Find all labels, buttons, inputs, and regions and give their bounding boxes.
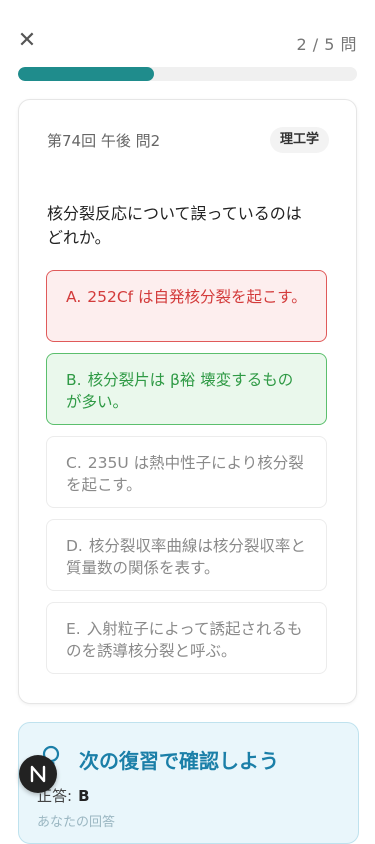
option-text: 入射粒子によって誘起されるものを誘導核分裂と呼ぶ。 <box>66 620 303 660</box>
app-logo-button[interactable] <box>19 755 57 793</box>
answer-value: B <box>78 787 90 805</box>
option-d[interactable]: D. 核分裂収率曲線は核分裂収率と質量数の関係を表す。 <box>46 519 327 591</box>
option-text: 235U は熱中性子により核分裂を起こす。 <box>66 454 304 494</box>
option-letter: C. <box>66 454 82 472</box>
option-a[interactable]: A. 252Cf は自発核分裂を起こす。 <box>46 270 327 342</box>
option-letter: A. <box>66 288 82 306</box>
review-panel: 次の復習で確認しよう 正答: B あなたの回答 <box>18 722 359 844</box>
option-c[interactable]: C. 235U は熱中性子により核分裂を起こす。 <box>46 436 327 508</box>
progress-bar <box>18 67 357 81</box>
option-letter: E. <box>66 620 81 638</box>
option-text: 252Cf は自発核分裂を起こす。 <box>87 288 307 306</box>
question-counter: 2 / 5 問 <box>296 35 357 54</box>
close-icon[interactable]: ✕ <box>14 28 40 54</box>
app-logo-icon <box>30 765 46 783</box>
option-letter: D. <box>66 537 83 555</box>
subject-badge: 理工学 <box>269 127 329 153</box>
question-card: 第74回 午後 問2 理工学 核分裂反応について誤っているのはどれか。 A. 25… <box>18 99 357 704</box>
option-text: 核分裂片は β裕 壊変するものが多い。 <box>66 371 294 411</box>
option-e[interactable]: E. 入射粒子によって誘起されるものを誘導核分裂と呼ぶ。 <box>46 602 327 674</box>
progress-bar-fill <box>18 67 154 81</box>
top-bar: ✕ 2 / 5 問 <box>0 0 375 70</box>
question-meta: 第74回 午後 問2 <box>47 132 161 150</box>
option-letter: B. <box>66 371 82 389</box>
review-title: 次の復習で確認しよう <box>79 749 279 773</box>
question-text: 核分裂反応について誤っているのはどれか。 <box>47 204 302 247</box>
your-answer-label: あなたの回答 <box>37 815 116 830</box>
option-b[interactable]: B. 核分裂片は β裕 壊変するものが多い。 <box>46 353 327 425</box>
option-text: 核分裂収率曲線は核分裂収率と質量数の関係を表す。 <box>66 537 306 577</box>
